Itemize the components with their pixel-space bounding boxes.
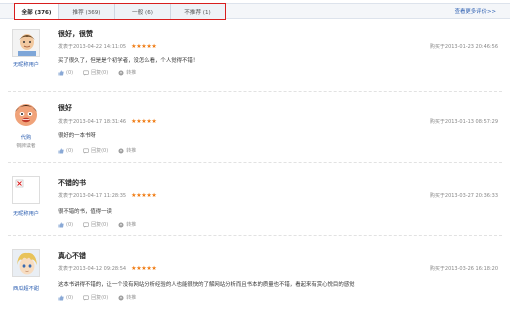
thumbs-up-icon (58, 69, 64, 75)
review-meta: 发表于2013-04-22 14:11:05 ★★★★★ (58, 43, 157, 50)
review-meta: 发表于2013-04-17 11:28:35 ★★★★★ (58, 192, 157, 199)
like-button[interactable]: (0) (58, 69, 73, 76)
divider (8, 235, 502, 236)
review-item: 西瓜超不甜 真心不错 发表于2013-04-12 09:28:54 ★★★★★ … (0, 244, 510, 310)
review-text: 很不错的书，值得一读 (58, 209, 112, 215)
review-title: 不错的书 (58, 179, 86, 187)
share-button[interactable]: 转推 (118, 294, 136, 301)
anime-boy-avatar-icon[interactable] (12, 249, 40, 277)
share-icon (118, 70, 124, 75)
thumbs-up-icon (58, 147, 64, 153)
more-reviews-link[interactable]: 查看更多评价>> (455, 7, 496, 15)
thumbs-up-icon (58, 221, 64, 227)
review-meta: 发表于2013-04-17 18:31:46 ★★★★★ (58, 118, 157, 125)
divider (8, 91, 502, 92)
reply-button[interactable]: 回复(0) (83, 147, 108, 154)
tab-all[interactable]: 全部 (376) (15, 4, 59, 19)
review-title: 很好 (58, 104, 72, 112)
default-face-avatar-icon[interactable] (12, 29, 40, 57)
review-item: 无昵称用户 不错的书 发表于2013-04-17 11:28:35 ★★★★★ … (0, 170, 510, 236)
review-meta: 发表于2013-04-12 09:28:54 ★★★★★ (58, 265, 157, 272)
like-button[interactable]: (0) (58, 294, 73, 301)
reply-button[interactable]: 回复(0) (83, 221, 108, 228)
tab-not-recommend[interactable]: 不推荐 (1) (171, 4, 224, 19)
reply-icon (83, 222, 89, 228)
cartoon-face-avatar-icon[interactable] (12, 100, 40, 128)
broken-image-avatar-icon[interactable] (12, 176, 40, 204)
purchase-date: 购买于2013-03-27 20:36:33 (429, 193, 498, 199)
reply-button[interactable]: 回复(0) (83, 69, 108, 76)
review-item: 无昵称用户 很好，很赞 发表于2013-04-22 14:11:05 ★★★★★… (0, 26, 510, 92)
divider (8, 162, 502, 163)
reply-icon (83, 295, 89, 301)
purchase-date: 购买于2013-01-13 08:57:29 (429, 119, 498, 125)
like-button[interactable]: (0) (58, 147, 73, 154)
share-icon (118, 222, 124, 227)
rating-stars: ★★★★★ (131, 118, 157, 125)
reply-icon (83, 70, 89, 76)
share-icon (118, 148, 124, 153)
reviewer-name[interactable]: 无昵称用户 (6, 61, 46, 68)
posted-date: 发表于2013-04-12 09:28:54 (58, 266, 127, 272)
rating-stars: ★★★★★ (131, 265, 157, 272)
tab-recommend[interactable]: 推荐 (369) (59, 4, 115, 19)
purchase-date: 购买于2013-01-23 20:46:56 (429, 44, 498, 50)
review-actions: (0) 回复(0) 转推 (58, 69, 146, 76)
review-text: 这本书讲得不错的，让一个没有网站分析经验的人也能很快的了解网站分析而且书本的质量… (58, 282, 355, 288)
posted-date: 发表于2013-04-22 14:11:05 (58, 44, 127, 50)
reviewer-name[interactable]: 代购 (6, 134, 46, 141)
share-button[interactable]: 转推 (118, 69, 136, 76)
review-actions: (0) 回复(0) 转推 (58, 221, 146, 228)
purchase-date: 购买于2013-03-26 16:18:20 (429, 266, 498, 272)
reply-button[interactable]: 回复(0) (83, 294, 108, 301)
review-actions: (0) 回复(0) 转推 (58, 147, 146, 154)
like-button[interactable]: (0) (58, 221, 73, 228)
reviewer-name[interactable]: 西瓜超不甜 (6, 285, 46, 292)
review-title: 很好，很赞 (58, 30, 93, 38)
posted-date: 发表于2013-04-17 11:28:35 (58, 193, 127, 199)
tab-average[interactable]: 一般 (6) (115, 4, 171, 19)
review-actions: (0) 回复(0) 转推 (58, 294, 146, 301)
share-icon (118, 295, 124, 300)
rating-stars: ★★★★★ (131, 192, 157, 199)
share-button[interactable]: 转推 (118, 147, 136, 154)
review-title: 真心不错 (58, 252, 86, 260)
share-button[interactable]: 转推 (118, 221, 136, 228)
review-text: 很好的一本书呀 (58, 133, 96, 139)
rating-stars: ★★★★★ (131, 43, 157, 50)
reply-icon (83, 148, 89, 154)
review-item: 代购 铜牌读者 很好 发表于2013-04-17 18:31:46 ★★★★★ … (0, 97, 510, 163)
reviewer-level: 铜牌读者 (16, 144, 36, 149)
review-text: 买了很久了，但是是个初学者，没怎么看，个人觉得不错！ (58, 58, 199, 64)
review-filter-tabs: 全部 (376) 推荐 (369) 一般 (6) 不推荐 (1) (14, 3, 226, 20)
reviewer-name[interactable]: 无昵称用户 (6, 210, 46, 217)
posted-date: 发表于2013-04-17 18:31:46 (58, 119, 127, 125)
thumbs-up-icon (58, 294, 64, 300)
